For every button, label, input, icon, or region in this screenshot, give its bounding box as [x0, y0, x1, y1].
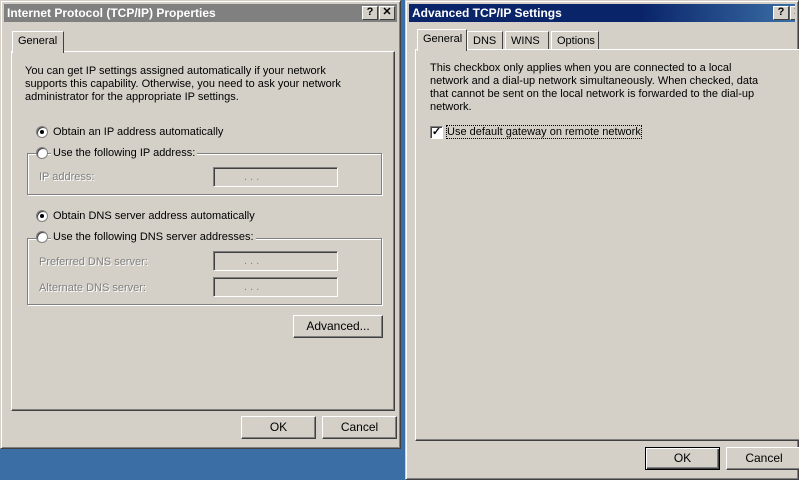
close-icon[interactable]: ✕	[790, 6, 795, 20]
help-button[interactable]: ?	[773, 6, 789, 20]
tab-options[interactable]: Options	[551, 31, 599, 51]
radio-obtain-ip[interactable]	[36, 126, 48, 138]
cancel-button[interactable]: Cancel	[322, 416, 397, 439]
advanced-button[interactable]: Advanced...	[293, 315, 383, 338]
preferred-dns-label: Preferred DNS server:	[39, 256, 148, 268]
close-icon[interactable]: ✕	[379, 6, 395, 20]
radio-obtain-dns[interactable]	[36, 210, 48, 222]
preferred-dns-field[interactable]: . . .	[213, 251, 338, 271]
ip-address-field[interactable]: . . .	[213, 167, 338, 187]
ip-address-label: IP address:	[39, 171, 95, 183]
alternate-dns-field[interactable]: . . .	[213, 277, 338, 297]
tab-wins[interactable]: WINS	[505, 31, 549, 51]
tab-general-label: General	[18, 35, 58, 47]
use-default-gateway-label[interactable]: Use default gateway on remote network	[446, 125, 642, 139]
radio-selected-dot	[40, 214, 44, 218]
help-button[interactable]: ?	[362, 6, 378, 20]
ok-button[interactable]: OK	[241, 416, 316, 439]
advanced-tcpip-titlebar[interactable]: Advanced TCP/IP Settings ? ✕	[409, 4, 795, 22]
tab-general[interactable]: General	[417, 29, 467, 51]
preferred-dns-dots: . . .	[244, 255, 260, 267]
tab-dns-label: DNS	[473, 35, 497, 47]
intro-text: You can get IP settings assigned automat…	[25, 65, 341, 103]
tab-general-label: General	[423, 33, 463, 45]
radio-selected-dot	[40, 130, 44, 134]
radio-use-ip-label[interactable]: Use the following IP address:	[51, 147, 198, 159]
tcpip-properties-titlebar[interactable]: Internet Protocol (TCP/IP) Properties ? …	[4, 4, 397, 22]
radio-obtain-ip-label[interactable]: Obtain an IP address automatically	[53, 126, 223, 138]
tab-general[interactable]: General	[12, 31, 64, 53]
window-title: Internet Protocol (TCP/IP) Properties	[7, 6, 216, 20]
ip-address-dots: . . .	[244, 171, 260, 183]
alternate-dns-label: Alternate DNS server:	[39, 282, 146, 294]
advanced-tcpip-window: Advanced TCP/IP Settings ? ✕ General DNS…	[405, 0, 799, 480]
radio-use-dns-label[interactable]: Use the following DNS server addresses:	[51, 231, 256, 243]
window-title: Advanced TCP/IP Settings	[412, 6, 562, 20]
radio-use-dns[interactable]	[36, 231, 48, 243]
radio-use-ip[interactable]	[36, 147, 48, 159]
tab-wins-label: WINS	[511, 35, 540, 47]
tcpip-properties-window: Internet Protocol (TCP/IP) Properties ? …	[0, 0, 401, 449]
radio-obtain-dns-label[interactable]: Obtain DNS server address automatically	[53, 210, 255, 222]
ok-button[interactable]: OK	[645, 447, 720, 470]
use-default-gateway-checkbox[interactable]: ✓	[430, 126, 443, 139]
tab-options-label: Options	[557, 35, 595, 47]
description-text: This checkbox only applies when you are …	[430, 62, 759, 113]
cancel-button[interactable]: Cancel	[726, 447, 799, 470]
alternate-dns-dots: . . .	[244, 281, 260, 293]
tab-dns[interactable]: DNS	[467, 31, 503, 51]
checkmark-icon: ✓	[431, 126, 442, 138]
